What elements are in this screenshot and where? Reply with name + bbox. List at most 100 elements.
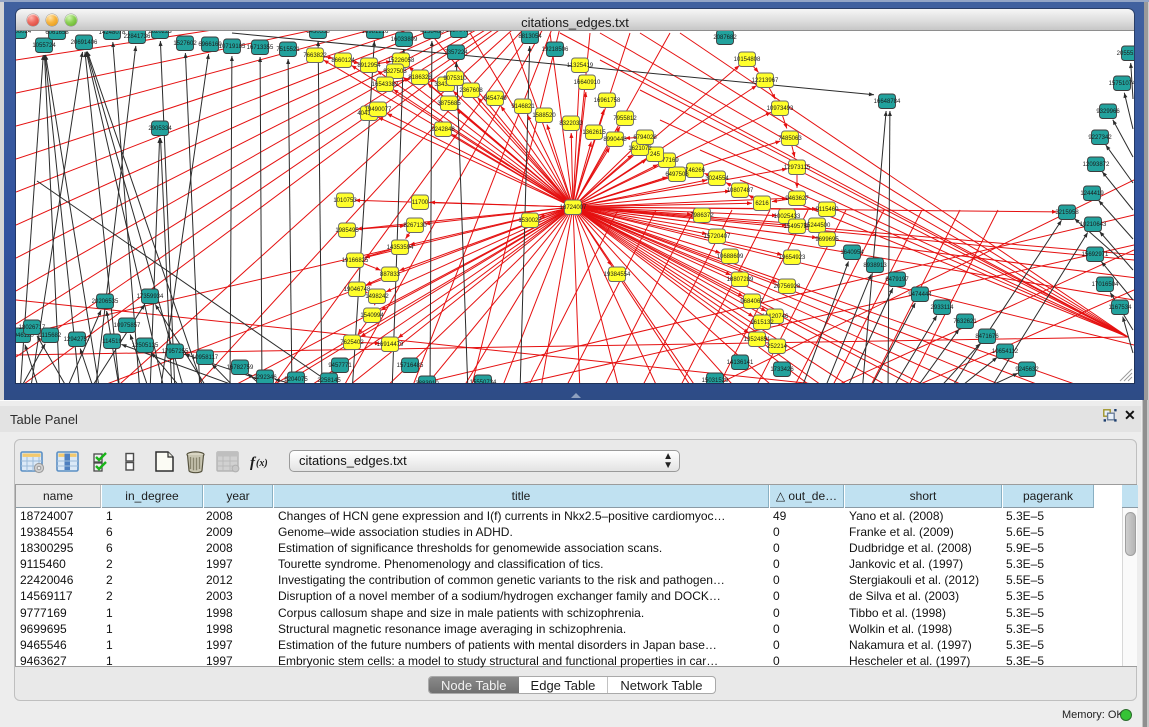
svg-text:6216: 6216 — [755, 201, 769, 207]
svg-text:2258145: 2258145 — [317, 378, 341, 383]
svg-text:8813054: 8813054 — [518, 34, 542, 40]
svg-text:2087682: 2087682 — [713, 35, 737, 41]
svg-text:2933114: 2933114 — [931, 305, 955, 311]
svg-text:1640954: 1640954 — [840, 250, 864, 256]
svg-text:9327503: 9327503 — [383, 69, 407, 75]
svg-text:9463627: 9463627 — [785, 196, 809, 202]
svg-text:8322033: 8322033 — [559, 121, 583, 127]
svg-text:18981216: 18981216 — [362, 31, 389, 35]
svg-text:15550734: 15550734 — [470, 380, 497, 383]
svg-text:20206535: 20206535 — [92, 299, 119, 305]
svg-text:4158480: 4158480 — [420, 31, 444, 35]
svg-text:7955812: 7955812 — [613, 116, 637, 122]
svg-text:252214: 252214 — [767, 344, 788, 350]
svg-text:11325419: 11325419 — [567, 63, 594, 69]
svg-text:10975857: 10975857 — [114, 323, 141, 329]
svg-text:9329966: 9329966 — [1096, 109, 1120, 115]
svg-text:1733426: 1733426 — [770, 367, 794, 373]
svg-text:9474444: 9474444 — [908, 292, 932, 298]
svg-text:7357224: 7357224 — [444, 50, 468, 56]
svg-text:20756928: 20756928 — [774, 284, 801, 290]
svg-text:7515521: 7515521 — [276, 47, 300, 53]
svg-text:12505135: 12505135 — [132, 343, 159, 349]
svg-text:6479197: 6479197 — [885, 277, 909, 283]
svg-text:9075310: 9075310 — [443, 76, 467, 82]
svg-text:7485063: 7485063 — [778, 136, 802, 142]
svg-text:8660124: 8660124 — [331, 58, 355, 64]
svg-text:15692971: 15692971 — [1082, 252, 1109, 258]
svg-text:6794028: 6794028 — [633, 135, 657, 141]
svg-text:1530027: 1530027 — [518, 218, 542, 224]
svg-text:6061658: 6061658 — [45, 31, 69, 36]
svg-text:8186328: 8186328 — [408, 75, 432, 81]
svg-text:10719185: 10719185 — [219, 44, 246, 50]
svg-text:1588520: 1588520 — [532, 113, 556, 119]
svg-text:20555120: 20555120 — [1117, 51, 1134, 57]
svg-text:15720407: 15720407 — [704, 234, 731, 240]
svg-text:7632621: 7632621 — [953, 319, 977, 325]
svg-text:2367608: 2367608 — [459, 88, 483, 94]
svg-text:11700: 11700 — [412, 200, 429, 206]
svg-text:7625402: 7625402 — [340, 340, 364, 346]
svg-text:11866024: 11866024 — [16, 31, 32, 35]
svg-text:7986372: 7986372 — [690, 213, 714, 219]
svg-text:1292346: 1292346 — [253, 375, 277, 381]
svg-text:9245632: 9245632 — [1015, 367, 1039, 373]
svg-text:12093872: 12093872 — [1083, 162, 1110, 168]
svg-text:19490077: 19490077 — [365, 107, 392, 113]
svg-text:9699695: 9699695 — [815, 237, 839, 243]
svg-text:16961758: 16961758 — [594, 98, 621, 104]
svg-text:2620223: 2620223 — [148, 31, 172, 35]
svg-text:9242848: 9242848 — [431, 127, 455, 133]
svg-text:1498242: 1498242 — [365, 294, 389, 300]
svg-text:7663822: 7663822 — [303, 53, 327, 59]
svg-text:22841736: 22841736 — [124, 34, 151, 40]
svg-text:114519: 114519 — [102, 339, 122, 345]
svg-text:17016504: 17016504 — [1092, 282, 1119, 288]
svg-text:15716485: 15716485 — [397, 363, 424, 369]
svg-text:19654923: 19654923 — [779, 255, 806, 261]
svg-text:9457771: 9457771 — [328, 363, 352, 369]
svg-text:1362615: 1362615 — [582, 130, 606, 136]
svg-text:16914479: 16914479 — [377, 342, 404, 348]
svg-text:14248078: 14248078 — [99, 31, 126, 36]
svg-text:15226058: 15226058 — [388, 58, 415, 64]
svg-text:(x): (x) — [256, 458, 268, 469]
svg-text:16648784: 16648784 — [874, 99, 901, 105]
svg-text:1055724: 1055724 — [32, 43, 56, 49]
svg-text:8912954: 8912954 — [357, 63, 381, 69]
svg-text:17957255: 17957255 — [162, 349, 189, 355]
svg-text:19384554: 19384554 — [604, 272, 631, 278]
svg-text:16713355: 16713355 — [247, 45, 274, 51]
svg-text:19166825: 19166825 — [342, 258, 369, 264]
svg-text:14136141: 14136141 — [727, 360, 754, 366]
svg-text:8454749: 8454749 — [483, 96, 507, 102]
svg-text:20691406: 20691406 — [71, 40, 98, 46]
svg-text:10973493: 10973493 — [767, 106, 794, 112]
svg-text:1167534: 1167534 — [1109, 305, 1133, 311]
svg-text:10807487: 10807487 — [727, 188, 754, 194]
svg-text:3215958: 3215958 — [1055, 210, 1079, 216]
svg-text:1621072: 1621072 — [628, 146, 652, 152]
svg-text:12973115: 12973115 — [784, 165, 811, 171]
svg-text:1540994: 1540994 — [360, 313, 384, 319]
svg-text:9684067: 9684067 — [740, 299, 764, 305]
svg-text:1115682: 1115682 — [39, 333, 62, 339]
svg-text:3875685: 3875685 — [437, 101, 461, 107]
svg-text:10210643: 10210643 — [1080, 222, 1107, 228]
svg-text:18724007: 18724007 — [560, 205, 587, 211]
svg-text:19218506: 19218506 — [542, 47, 569, 53]
svg-text:1244419: 1244419 — [1080, 191, 1104, 197]
svg-text:3883910: 3883910 — [415, 381, 439, 383]
svg-text:1527602: 1527602 — [173, 41, 197, 47]
svg-text:8938913: 8938913 — [863, 263, 887, 269]
svg-text:1985495: 1985495 — [335, 228, 359, 234]
svg-text:13524851: 13524851 — [744, 337, 771, 343]
svg-text:6497508: 6497508 — [665, 172, 689, 178]
svg-text:9227342: 9227342 — [1088, 135, 1112, 141]
svg-text:17359934: 17359934 — [137, 294, 164, 300]
svg-text:13270483: 13270483 — [446, 31, 473, 34]
svg-text:10154808: 10154808 — [734, 57, 761, 63]
svg-text:1615132: 1615132 — [750, 320, 774, 326]
svg-text:16782759: 16782759 — [227, 365, 254, 371]
